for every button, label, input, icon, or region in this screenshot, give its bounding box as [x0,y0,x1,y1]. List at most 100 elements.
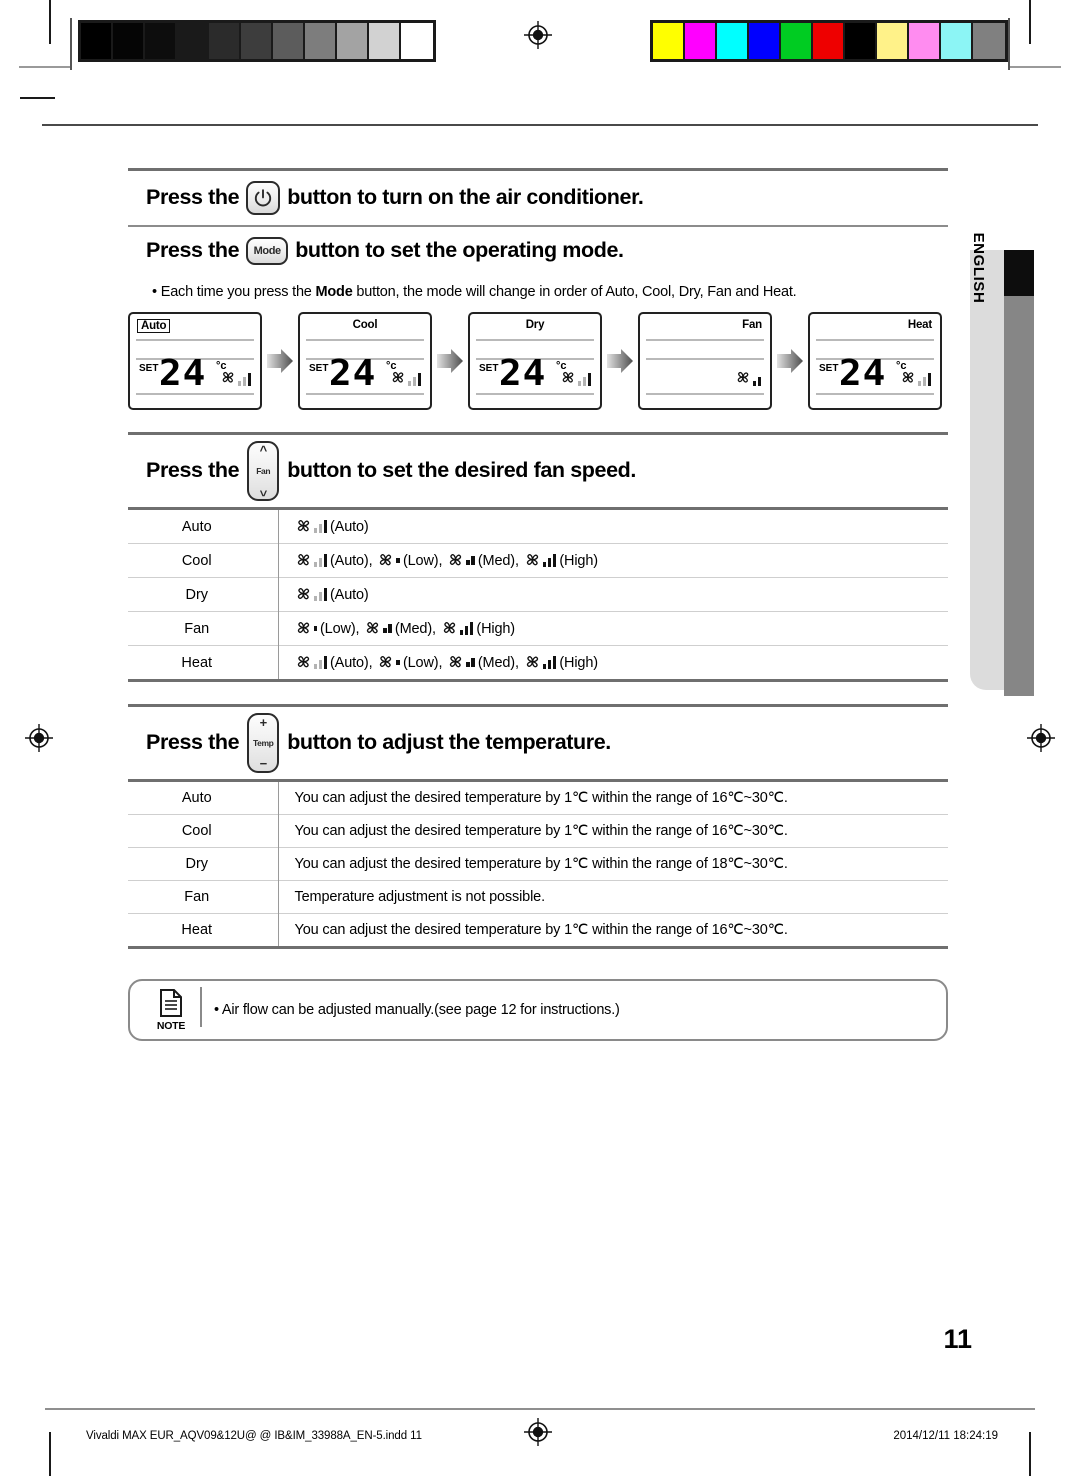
fan-speed-bars-auto [313,656,327,669]
fan-icon [297,622,309,634]
lcd-panel-fan: Fan [638,312,772,410]
table-row: Dry You can adjust the desired temperatur… [128,847,948,881]
fan-icon [297,554,309,566]
color-patch [941,23,973,59]
grayscale-patch [113,23,145,59]
table-cell-mode: Heat [128,913,279,946]
crop-mark-tl-h [19,66,71,68]
heading-power-prefix: Press the [146,185,240,210]
grayscale-patch [145,23,177,59]
lcd-mode-label: Fan [742,319,762,331]
temp-rocker-button[interactable]: + Temp − [247,713,280,773]
chevron-up-icon: ^ [259,443,268,458]
fan-option: (Auto) [295,586,371,603]
fan-speed-bars-high [542,554,557,567]
table-cell-mode: Cool [128,814,279,848]
table-cell-options: (Auto), (Low), (Med), (High) [278,544,948,578]
fan-option-list: (Auto) [295,586,949,603]
color-patch [653,23,685,59]
fan-icon [380,554,392,566]
fan-speed-bars-med [752,377,761,386]
fan-option: (High) [524,654,600,671]
header-rule [42,124,1038,126]
note-box: NOTE • Air flow can be adjusted manually… [128,979,948,1041]
fan-icon [526,656,538,668]
fan-option-list: (Auto) [295,518,949,535]
table-cell-description: You can adjust the desired temperature b… [294,823,788,839]
fan-speed-bars-auto [577,373,591,386]
lcd-set-label: SET [819,363,839,374]
footer-filename: Vivaldi MAX EUR_AQV09&12U@ @ IB&IM_33988… [86,1430,422,1442]
table-cell-options: (Low), (Med), (High) [278,612,948,646]
grayscale-patch [177,23,209,59]
fan-rocker-button[interactable]: ^ Fan ^ [247,441,280,501]
flow-arrow-icon [777,349,803,373]
heading-temp-prefix: Press the [146,730,240,755]
fan-icon [222,372,233,383]
fan-speed-bars-low [396,660,400,665]
table-cell-mode: Heat [128,645,279,679]
fan-option-caption: (Auto) [330,586,369,603]
table-cell-mode: Dry [128,847,279,881]
table-row: Auto (Auto) [128,510,948,544]
temp-button-label: Temp [252,738,274,748]
fan-button-label: Fan [256,466,271,476]
mode-button[interactable]: Mode [246,237,289,265]
fan-speed-bars-auto [237,373,251,386]
color-patch [909,23,941,59]
note-divider [200,987,202,1027]
table-row: Heat (Auto), (Low), (Med), (High) [128,645,949,679]
chevron-down-icon: ^ [259,484,267,499]
lcd-line [136,339,254,341]
lcd-set-label: SET [479,363,499,374]
fan-option: (High) [524,552,600,569]
lcd-temperature-value: 24 [158,353,207,394]
fan-option-caption: (Med), [477,654,519,671]
grayscale-patch [305,23,337,59]
fan-speed-bars-med [466,556,475,565]
power-button[interactable] [246,181,281,215]
fan-speed-table: Auto (Auto) Cool (Auto), (Low), (Med), (High) D… [128,510,948,679]
lcd-panel-cool: Cool SET 24 °c [298,312,432,410]
fan-option: (Auto), [295,552,375,569]
fan-icon [562,372,573,383]
lcd-line [646,339,764,341]
temp-table-bottom-rule [128,946,948,949]
table-row: Cool (Auto), (Low), (Med), (High) [128,543,948,578]
lcd-fan-indicator [900,370,931,386]
fan-icon [297,588,309,600]
color-patch [845,23,877,59]
power-icon [255,189,272,207]
color-patch [749,23,781,59]
grayscale-patch [241,23,273,59]
fan-icon [380,656,392,668]
grayscale-patch [401,23,433,59]
flow-arrow-icon [267,349,293,373]
lcd-line [816,339,934,341]
heading-fan-prefix: Press the [146,458,240,483]
table-cell-description: Temperature adjustment is not possible. [294,889,546,905]
document-note-icon [160,989,182,1017]
fan-icon [450,656,462,668]
lcd-fan-indicator [560,370,591,386]
fan-option-list: (Auto), (Low), (Med), (High) [295,654,949,671]
grayscale-patch [81,23,113,59]
temperature-table: Auto You can adjust the desired temperatu… [128,782,948,946]
lcd-mode-label: Cool [352,319,378,331]
fan-speed-bars-med [383,624,392,633]
fan-option: (Med), [447,654,521,671]
fan-speed-bars-auto [313,554,327,567]
heading-fan-suffix: button to set the desired fan speed. [287,458,636,483]
lcd-line [646,358,764,360]
table-row: Fan Temperature adjustment is not possibl… [128,880,948,914]
lcd-panel-dry: Dry SET 24 °c [468,312,602,410]
table-row: Cool You can adjust the desired temperatu… [128,814,948,848]
heading-fan: Press the ^ Fan ^ button to set the desi… [128,435,948,507]
heading-mode-suffix: button to set the operating mode. [295,238,624,263]
fan-option: (Low), [377,654,444,671]
fan-icon [737,372,748,383]
table-cell-mode: Auto [128,510,279,544]
note-text: • Air flow can be adjusted manually.(see… [214,1002,620,1018]
heading-power: Press the button to turn on the air cond… [128,171,948,225]
bullet-dot: • [152,284,161,300]
